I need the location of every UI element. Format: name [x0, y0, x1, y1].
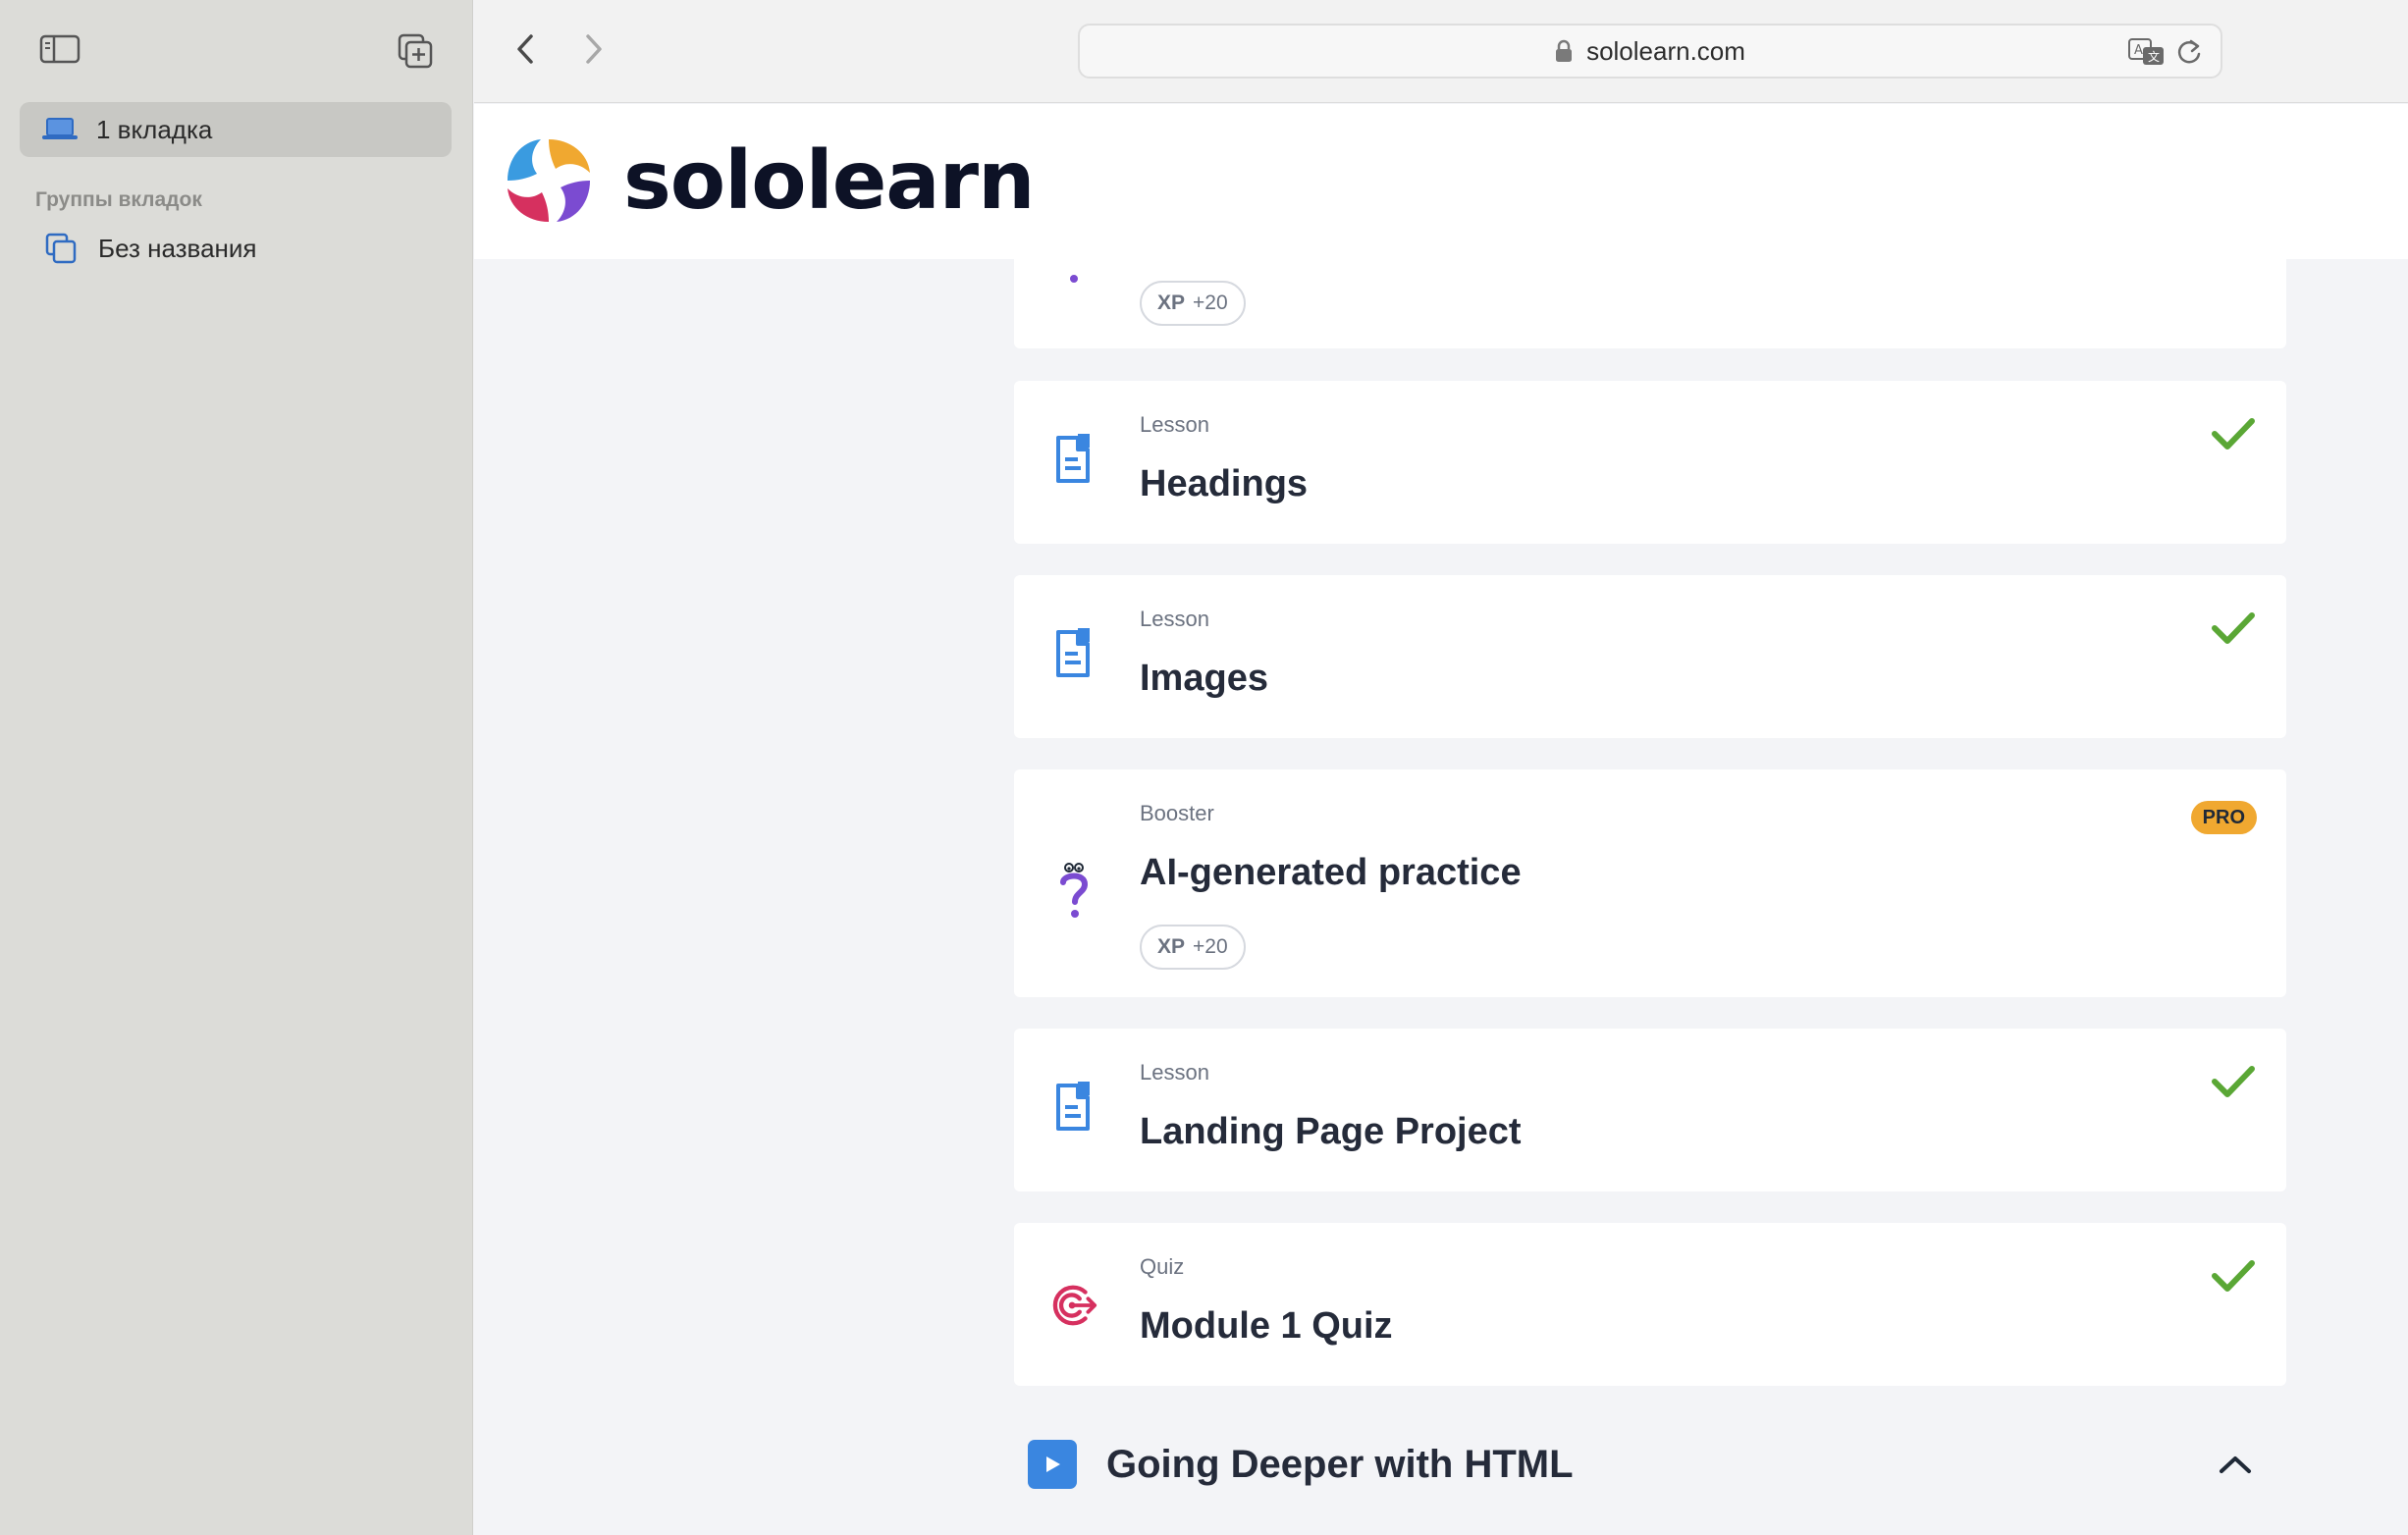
chevron-right-icon — [586, 34, 602, 64]
chevron-left-icon — [517, 34, 533, 64]
lesson-kind: Booster — [1140, 801, 1214, 825]
xp-badge: XP +20 — [1140, 281, 1246, 326]
chevron-up-icon[interactable] — [2214, 1443, 2257, 1486]
quiz-target-icon — [1049, 1278, 1098, 1333]
check-icon — [2210, 1256, 2257, 1296]
svg-text:文: 文 — [2148, 49, 2160, 64]
module-section-header[interactable]: Going Deeper with HTML — [1014, 1420, 2286, 1509]
svg-text:A: A — [2134, 43, 2143, 58]
laptop-icon — [41, 115, 79, 144]
translate-icon[interactable]: A文 — [2128, 37, 2166, 67]
lesson-card[interactable]: Booster AI-generated practice PRO XP +20 — [1014, 769, 2286, 997]
lesson-card[interactable]: Quiz Module 1 Quiz — [1014, 1223, 2286, 1386]
lesson-kind: Lesson — [1140, 1060, 1209, 1085]
xp-badge: XP +20 — [1140, 925, 1246, 970]
sidebar-current-tabs[interactable]: 1 вкладка — [20, 102, 452, 157]
lesson-document-icon — [1049, 432, 1098, 487]
xp-points: +20 — [1193, 935, 1228, 958]
sololearn-logo-icon — [508, 139, 590, 222]
sidebar-current-tabs-label: 1 вкладка — [96, 114, 213, 144]
lesson-title: Headings — [1140, 463, 1309, 504]
new-tab-group-button[interactable] — [391, 29, 440, 73]
pro-badge: PRO — [2190, 801, 2257, 834]
lesson-card[interactable]: Lesson Headings — [1014, 381, 2286, 544]
page-content: sololearn XP +20 Lesson Headings Lesson … — [474, 104, 2408, 1535]
lesson-kind: Lesson — [1140, 412, 1209, 437]
module-section-title: Going Deeper with HTML — [1106, 1442, 1574, 1486]
lesson-title: Module 1 Quiz — [1140, 1305, 1393, 1347]
forward-button[interactable] — [572, 27, 615, 71]
sidebar: 1 вкладка Группы вкладок Без названия — [0, 0, 473, 1535]
sidebar-icon — [39, 34, 80, 64]
lesson-card[interactable]: Lesson Landing Page Project — [1014, 1029, 2286, 1191]
lesson-kind: Lesson — [1140, 607, 1209, 631]
sidebar-toggle-button[interactable] — [35, 29, 84, 69]
lesson-document-icon — [1049, 1080, 1098, 1135]
new-tab-group-icon — [398, 33, 433, 69]
address-bar[interactable]: sololearn.com A文 — [1078, 24, 2222, 79]
xp-label: XP — [1157, 935, 1186, 958]
sidebar-tab-group[interactable]: Без названия — [20, 224, 452, 273]
booster-question-icon — [1049, 860, 1098, 923]
reload-icon[interactable] — [2175, 37, 2203, 67]
sololearn-logo[interactable]: sololearn — [502, 133, 1035, 228]
tab-group-label: Без названия — [98, 233, 257, 263]
browser-toolbar: sololearn.com A文 — [474, 0, 2408, 103]
check-icon — [2210, 414, 2257, 453]
site-header: sololearn — [474, 104, 2408, 259]
tab-groups-heading: Группы вкладок — [35, 188, 202, 211]
lesson-title: Images — [1140, 658, 1268, 699]
back-button[interactable] — [504, 27, 547, 71]
booster-icon — [1049, 269, 1098, 289]
brand-name: sololearn — [623, 133, 1035, 228]
play-icon — [1028, 1440, 1077, 1489]
lesson-card[interactable]: Lesson Images — [1014, 575, 2286, 738]
xp-label: XP — [1157, 291, 1186, 314]
url-text: sololearn.com — [1586, 35, 1745, 66]
lesson-title: AI-generated practice — [1140, 852, 1522, 893]
xp-points: +20 — [1193, 291, 1228, 314]
tab-group-icon — [45, 232, 79, 265]
check-icon — [2210, 609, 2257, 648]
lesson-kind: Quiz — [1140, 1254, 1185, 1279]
lesson-title: Landing Page Project — [1140, 1111, 1522, 1152]
check-icon — [2210, 1062, 2257, 1101]
lesson-document-icon — [1049, 626, 1098, 681]
lock-icon — [1555, 39, 1573, 63]
